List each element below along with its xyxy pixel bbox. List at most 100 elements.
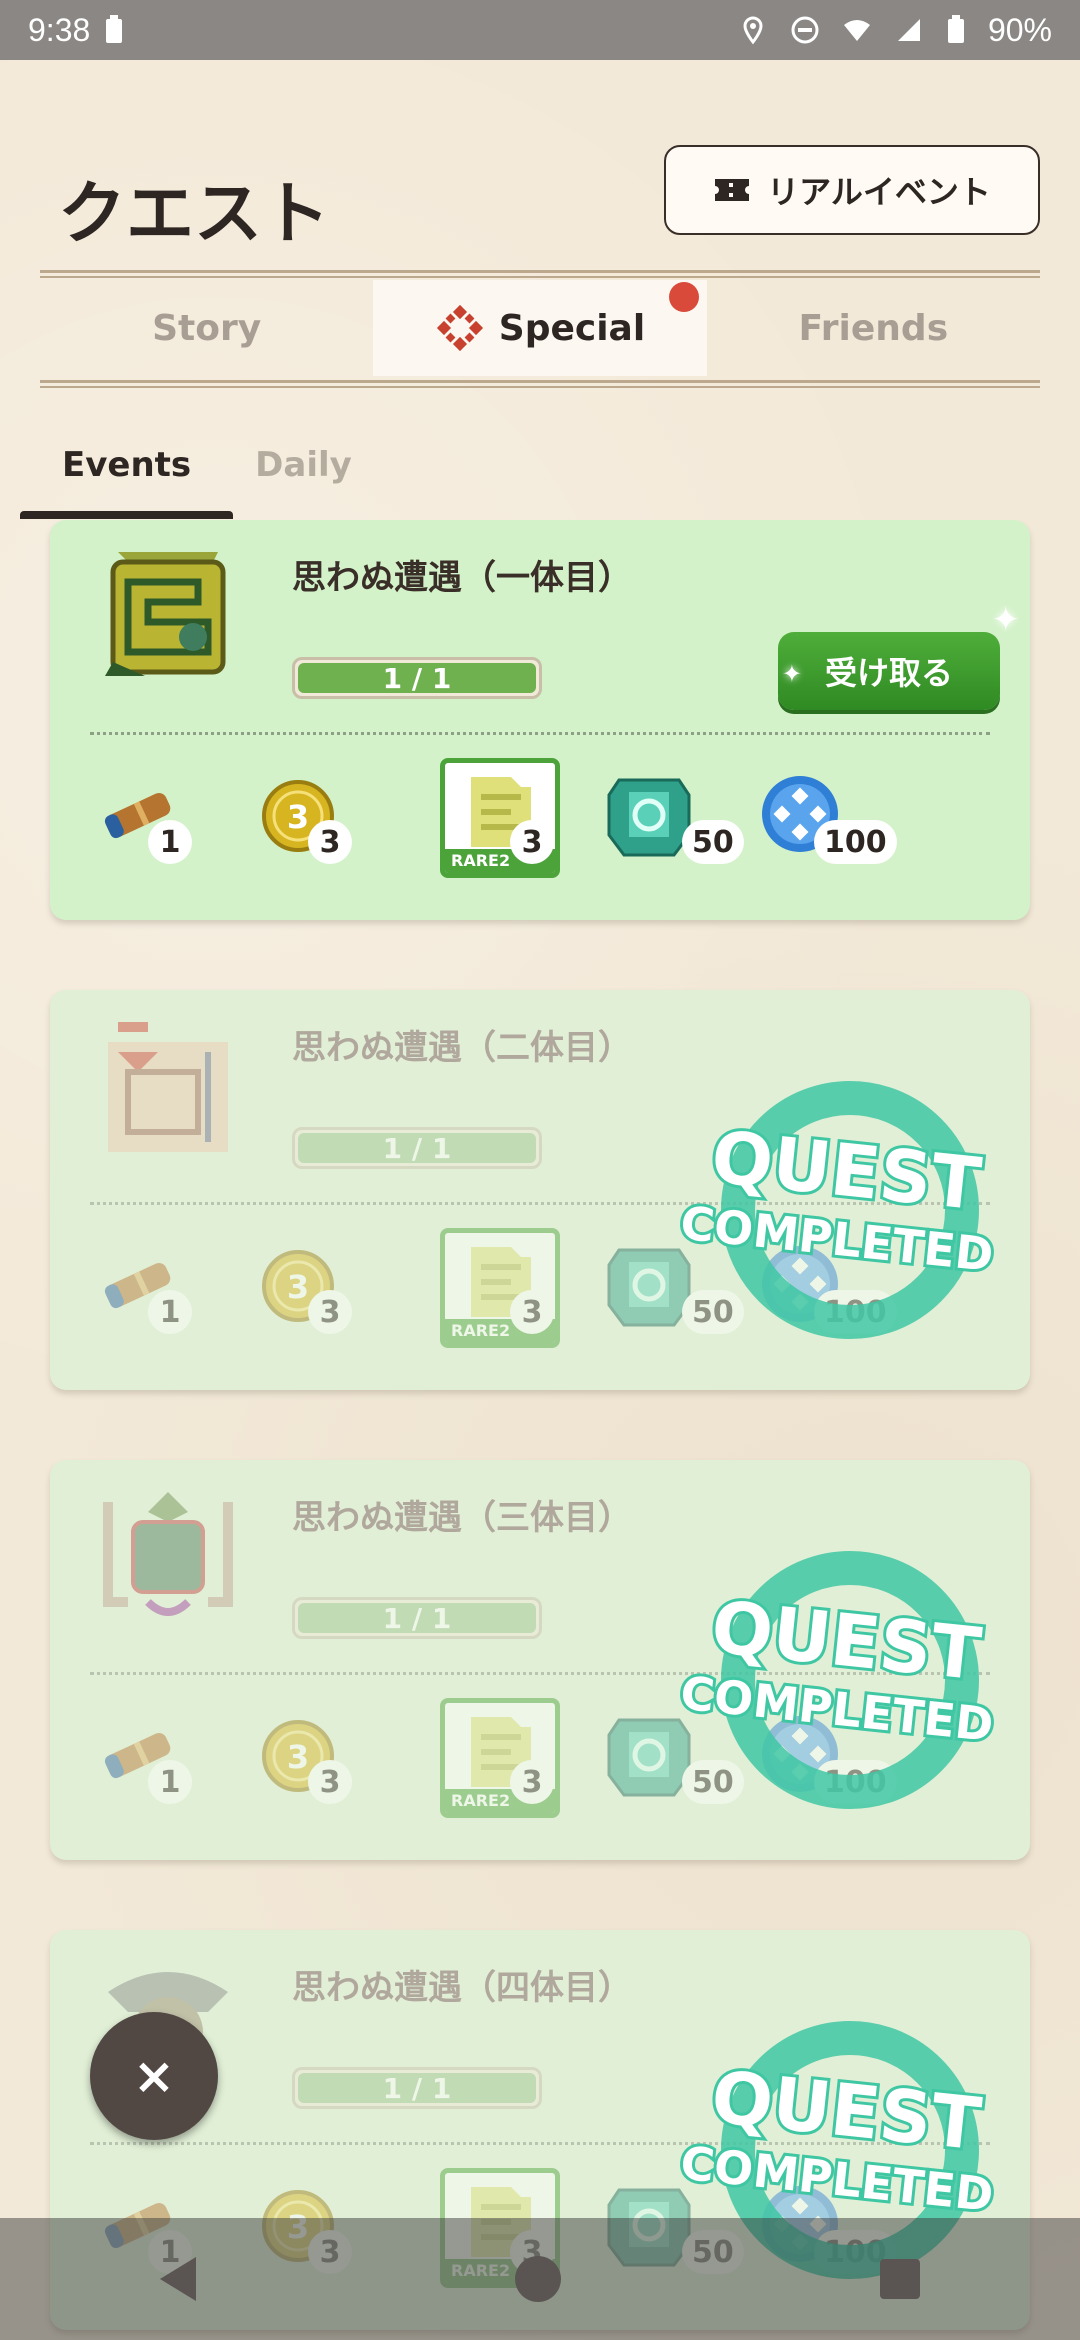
tab-friends[interactable]: Friends bbox=[707, 280, 1040, 376]
card-divider bbox=[90, 732, 990, 735]
battery-saver-icon bbox=[106, 15, 123, 43]
claim-button[interactable]: 受け取る bbox=[778, 632, 1000, 710]
status-right: 90% bbox=[738, 12, 1052, 49]
subtab-daily[interactable]: Daily bbox=[253, 445, 354, 503]
location-icon bbox=[743, 16, 763, 45]
reward-material: RARE2 3 bbox=[440, 1698, 560, 1828]
reward-material: RARE2 3 bbox=[440, 1228, 560, 1358]
quest-progress-bar: 1 / 1 bbox=[292, 1127, 542, 1169]
tab-special-label: Special bbox=[498, 307, 646, 349]
system-nav-bar bbox=[0, 2218, 1080, 2340]
reward-telescope: 1 bbox=[98, 1228, 218, 1358]
status-time: 9:38 bbox=[28, 11, 91, 48]
tab-special[interactable]: Special bbox=[373, 280, 707, 376]
reward-gem: 50 bbox=[604, 758, 744, 888]
sparkle-icon: ✦ bbox=[781, 660, 802, 688]
card-divider bbox=[90, 2142, 990, 2145]
sub-tabs: Events Daily bbox=[19, 445, 354, 519]
real-event-button[interactable]: リアルイベント bbox=[664, 145, 1040, 235]
reward-telescope: 1 bbox=[98, 758, 218, 888]
notification-dot bbox=[668, 282, 699, 312]
close-icon: × bbox=[133, 2047, 175, 2105]
progress-text: 1 / 1 bbox=[382, 1601, 452, 1635]
reward-count: 3 bbox=[510, 820, 554, 864]
close-button[interactable]: × bbox=[90, 2012, 218, 2140]
reward-count: 100 bbox=[814, 820, 897, 864]
quest-card[interactable]: 思わぬ遭遇（一体目） 1 / 1 1 3 3 RARE2 3 50 100 受け… bbox=[50, 520, 1030, 920]
reward-count: 3 bbox=[510, 1760, 554, 1804]
header: クエスト リアルイベント Story Special Friends Event… bbox=[0, 60, 1080, 520]
reward-material: RARE2 3 bbox=[440, 758, 560, 888]
reward-orb: 100 bbox=[758, 1698, 918, 1828]
reward-count: 3 bbox=[308, 820, 352, 864]
tab-divider-top bbox=[40, 270, 1040, 278]
main-tabs: Story Special Friends bbox=[40, 270, 1040, 388]
nav-recents-icon[interactable] bbox=[880, 2259, 921, 2299]
quest-progress-bar: 1 / 1 bbox=[292, 2067, 542, 2109]
page-title: クエスト bbox=[58, 175, 331, 254]
reward-coin: 3 3 bbox=[258, 1698, 368, 1828]
reward-list: 1 3 3 RARE2 3 50 100 bbox=[98, 1698, 998, 1828]
battery-icon bbox=[947, 15, 964, 43]
reward-count: 100 bbox=[814, 1760, 897, 1804]
reward-telescope: 1 bbox=[98, 1698, 218, 1828]
quest-title: 思わぬ遭遇（四体目） bbox=[292, 1968, 632, 2008]
quest-card[interactable]: 思わぬ遭遇（二体目） 1 / 1 1 3 3 RARE2 3 50 100 QU… bbox=[50, 990, 1030, 1390]
reward-count: 3 bbox=[510, 1290, 554, 1334]
reward-count: 3 bbox=[308, 1760, 352, 1804]
reward-count: 50 bbox=[682, 820, 744, 864]
dnd-icon bbox=[791, 16, 819, 44]
progress-text: 1 / 1 bbox=[382, 661, 452, 695]
reward-gem: 50 bbox=[604, 1228, 744, 1358]
quest-card[interactable]: 思わぬ遭遇（三体目） 1 / 1 1 3 3 RARE2 3 50 100 QU… bbox=[50, 1460, 1030, 1860]
reward-gem: 50 bbox=[604, 1698, 744, 1828]
card-divider bbox=[90, 1672, 990, 1675]
real-event-label: リアルイベント bbox=[767, 173, 991, 211]
monster-icon bbox=[98, 542, 238, 692]
signal-icon bbox=[897, 19, 920, 41]
reward-orb: 100 bbox=[758, 758, 918, 888]
reward-count: 50 bbox=[682, 1760, 744, 1804]
special-icon bbox=[436, 304, 483, 352]
status-bar: 9:38 90% bbox=[0, 0, 1080, 60]
monster-icon bbox=[98, 1012, 238, 1162]
svg-text:3: 3 bbox=[287, 1738, 309, 1776]
reward-coin: 3 3 bbox=[258, 758, 368, 888]
svg-text:3: 3 bbox=[287, 798, 309, 836]
gem-icon bbox=[607, 1248, 691, 1327]
reward-list: 1 3 3 RARE2 3 50 100 bbox=[98, 758, 998, 888]
wifi-icon bbox=[843, 20, 870, 41]
monster-icon bbox=[98, 1482, 238, 1632]
quest-progress-bar: 1 / 1 bbox=[292, 657, 542, 699]
stamp-line1: QUEST bbox=[708, 1585, 985, 1697]
reward-coin: 3 3 bbox=[258, 1228, 368, 1358]
tab-story[interactable]: Story bbox=[40, 280, 373, 376]
reward-count: 3 bbox=[308, 1290, 352, 1334]
sparkle-icon: ✦ bbox=[991, 600, 1021, 640]
tab-divider-bottom bbox=[40, 380, 1040, 388]
reward-count: 1 bbox=[148, 1760, 192, 1804]
quest-title: 思わぬ遭遇（三体目） bbox=[292, 1498, 632, 1538]
reward-count: 1 bbox=[148, 820, 192, 864]
progress-text: 1 / 1 bbox=[382, 2071, 452, 2105]
svg-text:3: 3 bbox=[287, 1268, 309, 1306]
stamp-line1: QUEST bbox=[708, 1115, 985, 1227]
reward-count: 50 bbox=[682, 1290, 744, 1334]
subtab-events[interactable]: Events bbox=[19, 445, 234, 519]
card-divider bbox=[90, 1202, 990, 1205]
quest-title: 思わぬ遭遇（二体目） bbox=[292, 1028, 632, 1068]
progress-text: 1 / 1 bbox=[382, 1131, 452, 1165]
ticket-icon bbox=[715, 179, 750, 201]
battery-percent: 90% bbox=[987, 11, 1052, 48]
quest-progress-bar: 1 / 1 bbox=[292, 1597, 542, 1639]
reward-orb: 100 bbox=[758, 1228, 918, 1358]
gem-icon bbox=[607, 778, 691, 857]
quest-title: 思わぬ遭遇（一体目） bbox=[292, 558, 632, 598]
nav-home-icon[interactable] bbox=[514, 2256, 561, 2302]
reward-list: 1 3 3 RARE2 3 50 100 bbox=[98, 1228, 998, 1358]
nav-back-icon[interactable] bbox=[159, 2257, 196, 2301]
stamp-line1: QUEST bbox=[708, 2055, 985, 2167]
reward-count: 100 bbox=[814, 1290, 897, 1334]
gem-icon bbox=[607, 1718, 691, 1797]
tab-friends-label: Friends bbox=[798, 307, 949, 349]
